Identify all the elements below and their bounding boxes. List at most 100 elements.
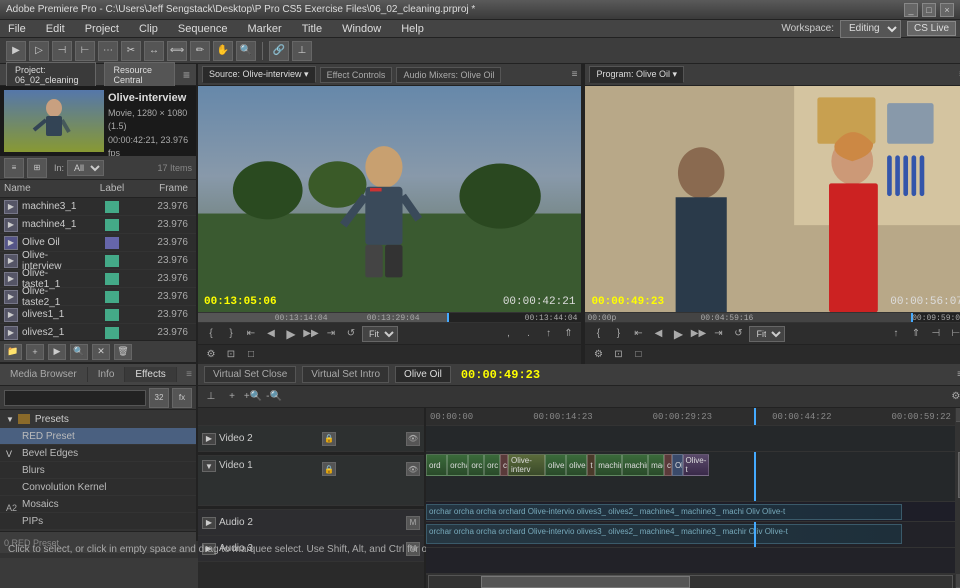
- effects-btn-32[interactable]: 32: [149, 388, 169, 408]
- tool-hand[interactable]: ✋: [213, 41, 233, 61]
- project-in-select[interactable]: All: [67, 160, 104, 176]
- tool-razor[interactable]: ✂: [121, 41, 141, 61]
- clip-olive-interv[interactable]: Olive-interv: [508, 454, 545, 476]
- program-mark-in[interactable]: {: [589, 326, 607, 342]
- delete-btn[interactable]: 🗑: [114, 344, 132, 360]
- video2-lock[interactable]: 🔒: [322, 432, 336, 446]
- program-extract[interactable]: ⇑: [907, 326, 925, 342]
- tl-zoom-in[interactable]: +🔍: [244, 389, 262, 405]
- menu-clip[interactable]: Clip: [135, 23, 162, 35]
- menu-title[interactable]: Title: [298, 23, 326, 35]
- program-settings[interactable]: ⚙: [589, 347, 607, 363]
- audio-mixer-tab[interactable]: Audio Mixers: Olive Oil: [396, 67, 501, 83]
- clip-oli[interactable]: Oli: [672, 454, 683, 476]
- tl-snap-btn[interactable]: ⊥: [202, 389, 220, 405]
- menu-sequence[interactable]: Sequence: [174, 23, 232, 35]
- automate-btn[interactable]: ▶: [48, 344, 66, 360]
- close-button[interactable]: ×: [940, 3, 954, 17]
- tool-slide[interactable]: ⟺: [167, 41, 187, 61]
- tl-scroll-up[interactable]: ▲: [956, 408, 960, 422]
- source-play[interactable]: ▶: [282, 326, 300, 342]
- source-fit-select[interactable]: Fit: [362, 326, 398, 342]
- source-loop[interactable]: ↺: [342, 326, 360, 342]
- clip-mach[interactable]: mach: [648, 454, 664, 476]
- effects-search-input[interactable]: [4, 390, 146, 406]
- source-output[interactable]: □: [242, 347, 260, 363]
- tool-pen[interactable]: ✏: [190, 41, 210, 61]
- menu-window[interactable]: Window: [338, 23, 385, 35]
- effects-btn-fx[interactable]: fx: [172, 388, 192, 408]
- project-icon-view[interactable]: ⊞: [27, 158, 47, 178]
- timeline-scrollbar[interactable]: [426, 574, 955, 588]
- cs-live-badge[interactable]: CS Live: [907, 21, 956, 36]
- clip-orchard3[interactable]: orc: [468, 454, 484, 476]
- program-mark-out[interactable]: }: [609, 326, 627, 342]
- tool-roll[interactable]: ⊢: [75, 41, 95, 61]
- project-item-olives2[interactable]: ▶ olives2_1 23.976: [0, 324, 196, 340]
- maximize-button[interactable]: □: [922, 3, 936, 17]
- source-safe-margin[interactable]: ⊡: [222, 347, 240, 363]
- program-trim-out[interactable]: ⊢: [947, 326, 960, 342]
- effect-red-preset[interactable]: RED Preset: [0, 428, 196, 445]
- source-mark-in[interactable]: {: [202, 326, 220, 342]
- program-step-fwd[interactable]: ▶▶: [689, 326, 707, 342]
- video1-eye[interactable]: 👁: [406, 462, 420, 476]
- tool-ripple[interactable]: ⊣: [52, 41, 72, 61]
- effect-blurs[interactable]: Blurs: [0, 462, 196, 479]
- program-goto-in[interactable]: ⇤: [629, 326, 647, 342]
- program-lift[interactable]: ↑: [887, 326, 905, 342]
- track-audio1-row[interactable]: orchar orcha orcha orchard Olive-intervi…: [426, 502, 955, 522]
- track-audio2-row[interactable]: orchar orcha orcha orchard Olive-intervi…: [426, 522, 955, 548]
- source-mark-out[interactable]: }: [222, 326, 240, 342]
- source-step-back[interactable]: ◀: [262, 326, 280, 342]
- menu-help[interactable]: Help: [397, 23, 428, 35]
- new-bin-btn[interactable]: 📁: [4, 344, 22, 360]
- project-panel-close[interactable]: ≡: [183, 68, 190, 82]
- effect-mosaics[interactable]: Mosaics: [0, 496, 196, 513]
- menu-marker[interactable]: Marker: [243, 23, 285, 35]
- tl-zoom-out[interactable]: -🔍: [265, 389, 283, 405]
- project-item-olives1[interactable]: ▶ olives1_1 23.976: [0, 306, 196, 324]
- tl-tab-olive-oil[interactable]: Olive Oil: [395, 366, 451, 383]
- tl-scroll-track[interactable]: [956, 422, 960, 574]
- program-loop[interactable]: ↺: [729, 326, 747, 342]
- audio2-mute[interactable]: M: [406, 516, 420, 530]
- media-browser-tab[interactable]: Media Browser: [0, 367, 88, 382]
- clip-machine3[interactable]: machine3_: [622, 454, 648, 476]
- effect-pips[interactable]: PIPs: [0, 513, 196, 530]
- tool-select[interactable]: ▶: [6, 41, 26, 61]
- resource-central-tab[interactable]: Resource Central: [104, 62, 175, 88]
- tl-tab-virtual-intro[interactable]: Virtual Set Intro: [302, 366, 389, 383]
- source-overwrite[interactable]: .: [519, 326, 537, 342]
- tl-settings[interactable]: ⚙: [947, 389, 960, 405]
- track-video2-row[interactable]: [426, 426, 955, 452]
- video1-lock[interactable]: 🔒: [322, 462, 336, 476]
- tl-tab-virtual-close[interactable]: Virtual Set Close: [204, 366, 296, 383]
- source-goto-in[interactable]: ⇤: [242, 326, 260, 342]
- scrollbar-thumb[interactable]: [481, 576, 690, 588]
- project-item-machine3[interactable]: ▶ machine3_1 23.976: [0, 198, 196, 216]
- program-play[interactable]: ▶: [669, 326, 687, 342]
- source-insert[interactable]: ,: [499, 326, 517, 342]
- source-monitor-menu[interactable]: ≡: [572, 69, 578, 80]
- find-btn[interactable]: 🔍: [70, 344, 88, 360]
- effect-controls-tab[interactable]: Effect Controls: [320, 67, 393, 83]
- source-timebar[interactable]: 00:13:14:04 00:13:29:04 00:13:44:04: [198, 312, 581, 322]
- tool-zoom[interactable]: 🔍: [236, 41, 256, 61]
- info-tab[interactable]: Info: [88, 367, 126, 382]
- program-tab[interactable]: Program: Olive Oil ▾: [589, 66, 684, 83]
- effect-bevel-edges[interactable]: Bevel Edges: [0, 445, 196, 462]
- program-fit-select[interactable]: Fit: [749, 326, 785, 342]
- clip-c2[interactable]: c: [664, 454, 672, 476]
- workspace-select[interactable]: Editing: [840, 20, 901, 38]
- menu-project[interactable]: Project: [81, 23, 123, 35]
- new-item-btn[interactable]: +: [26, 344, 44, 360]
- source-goto-out[interactable]: ⇥: [322, 326, 340, 342]
- tool-link[interactable]: 🔗: [269, 41, 289, 61]
- clip-orchard2[interactable]: orcha: [447, 454, 468, 476]
- clip-c1[interactable]: c: [500, 454, 508, 476]
- tool-rate-stretch[interactable]: ⋯: [98, 41, 118, 61]
- track-expand-video1[interactable]: ▼: [202, 460, 216, 472]
- clip-olives3[interactable]: olives3_: [545, 454, 566, 476]
- effect-convolution[interactable]: Convolution Kernel: [0, 479, 196, 496]
